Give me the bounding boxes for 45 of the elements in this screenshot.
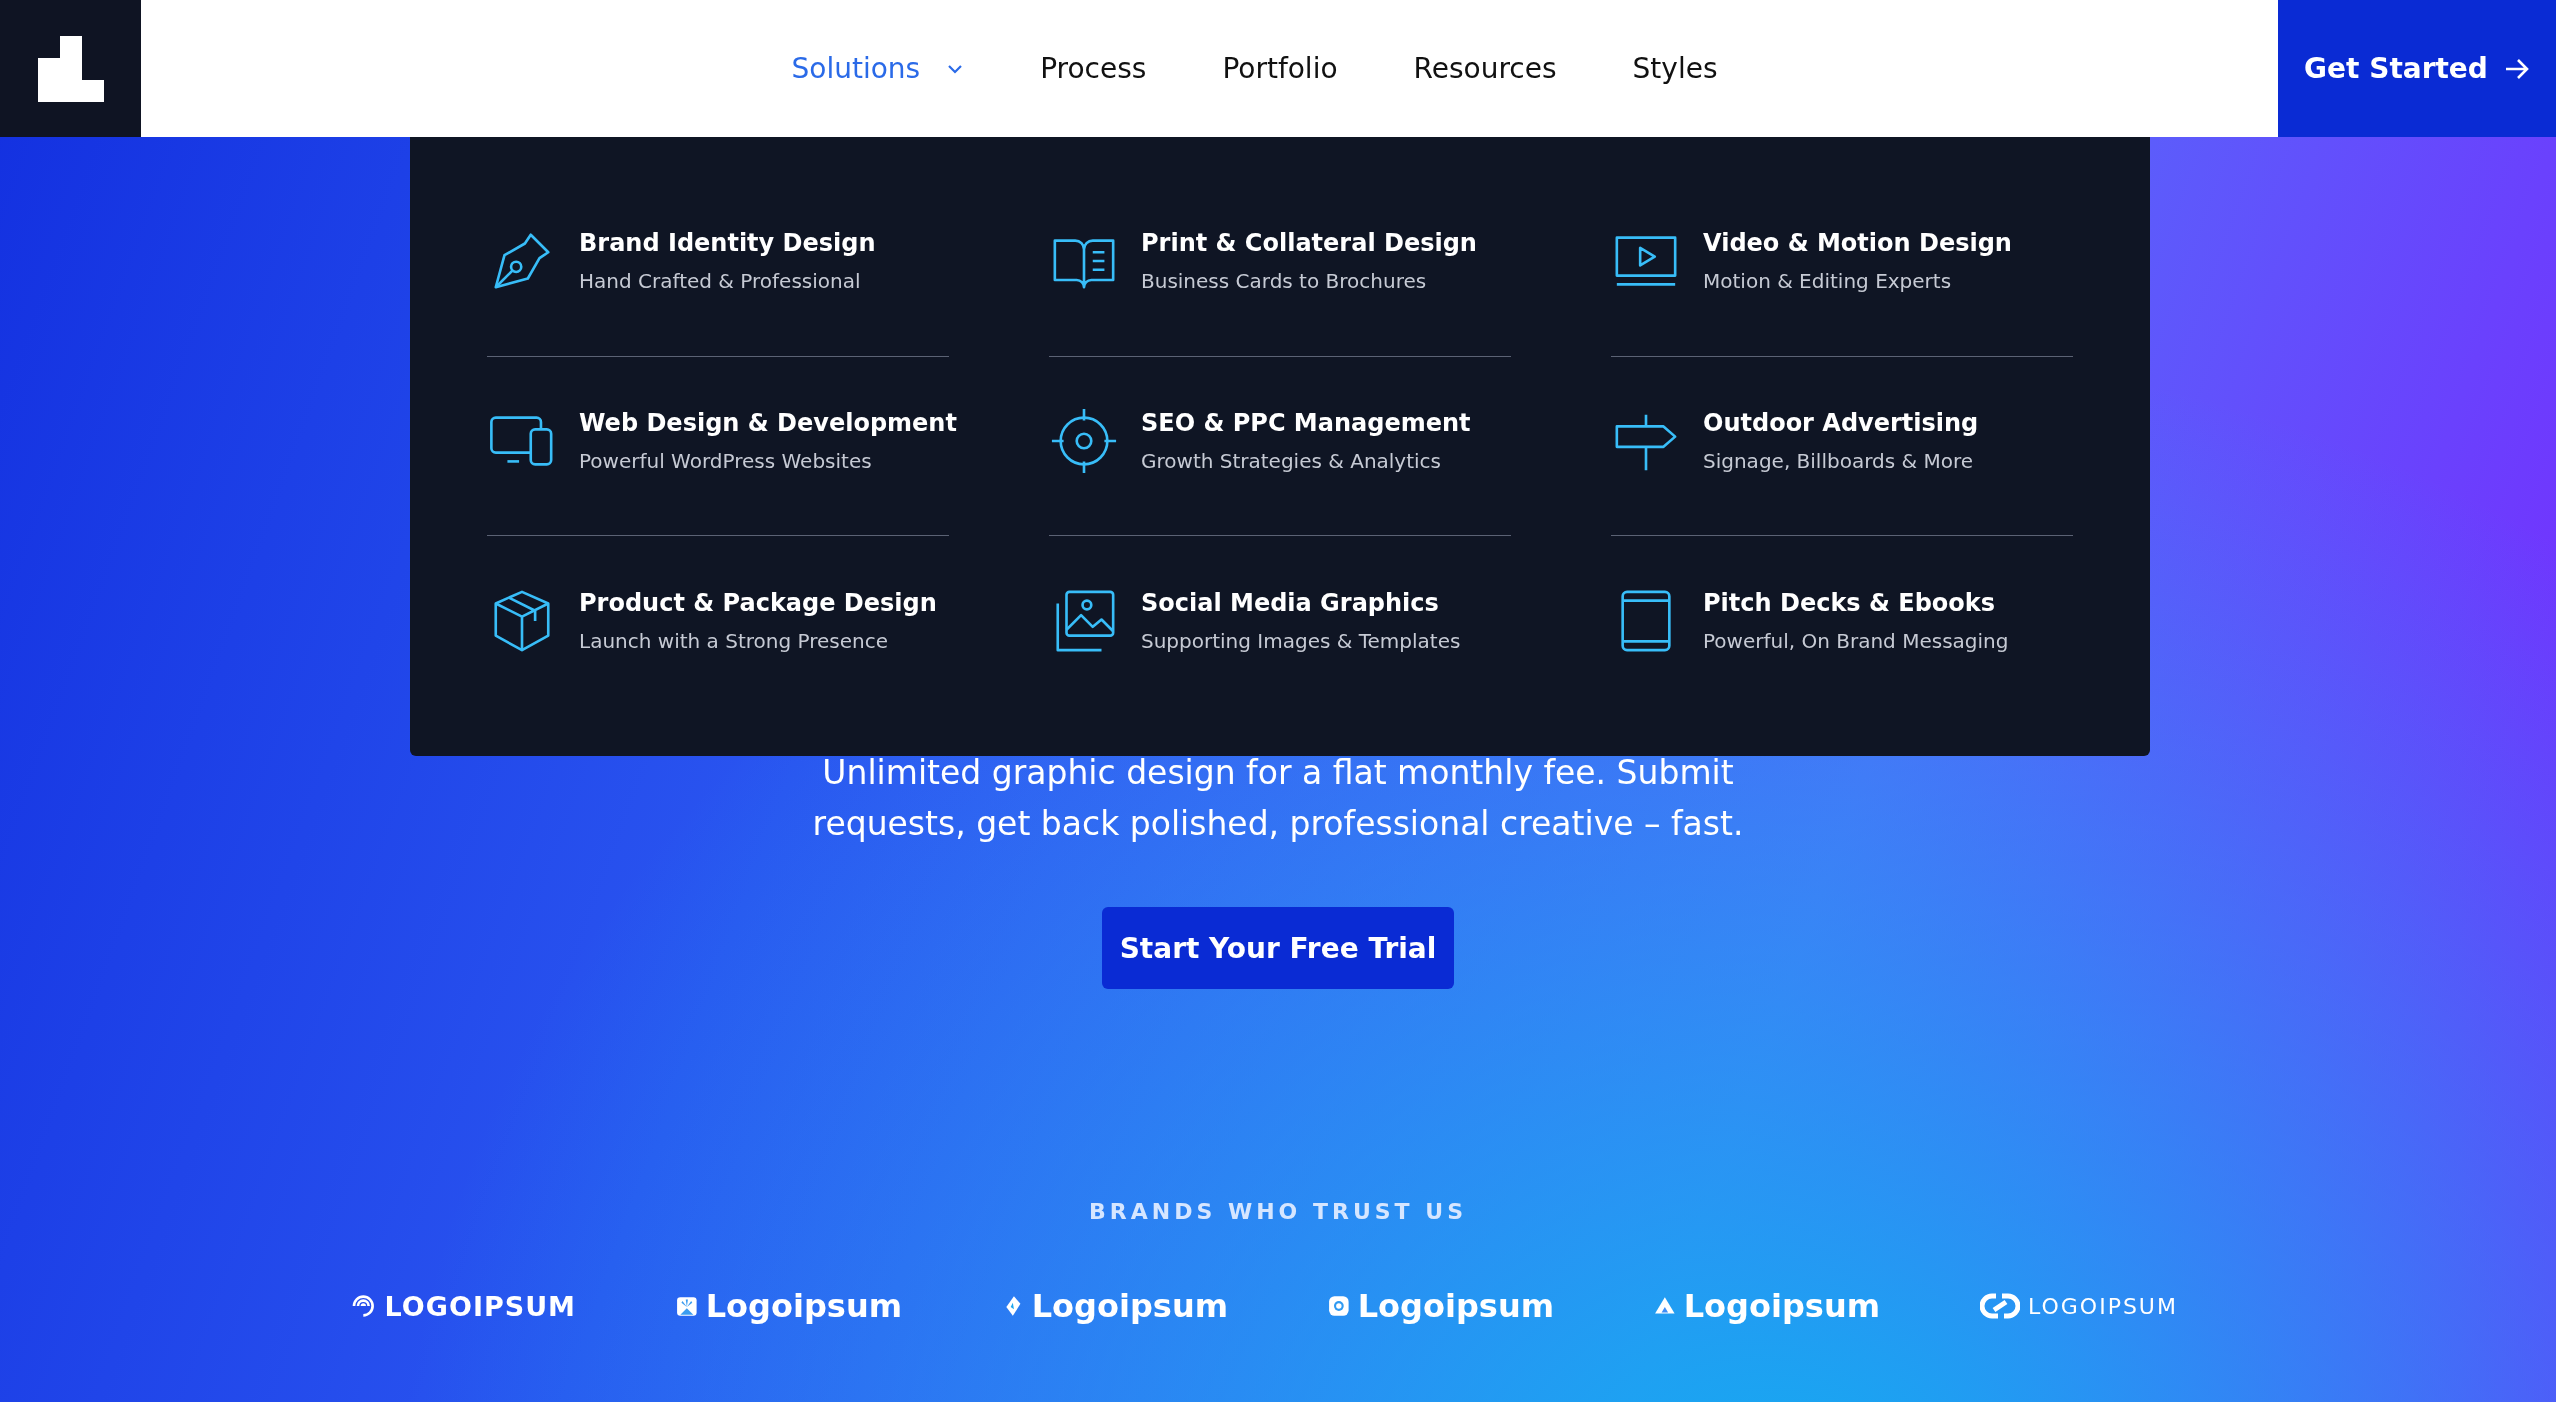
menu-item-subtitle: Growth Strategies & Analytics: [1141, 449, 1443, 473]
menu-item-title: Social Media Graphics: [1141, 589, 1440, 618]
menu-item[interactable]: SEO & PPC Management Growth Strategies & Analytics: [1049, 356, 1511, 537]
nav-link[interactable]: Process: [1040, 52, 1147, 85]
crosshair-icon: [1049, 406, 1119, 476]
menu-item-subtitle: Powerful, On Brand Messaging: [1703, 629, 2009, 654]
brand-name: Logoipsum: [1357, 1287, 1554, 1325]
menu-item-title: SEO & PPC Management: [1141, 409, 1471, 437]
brand-name: LOGOIPSUM: [384, 1290, 576, 1322]
menu-item-title: Print & Collateral Design: [1141, 229, 1477, 258]
menu-item[interactable]: Video & Motion Design Motion & Editing Experts: [1611, 177, 2073, 357]
menu-item-subtitle: Supporting Images & Templates: [1141, 629, 1461, 654]
arrow-right-icon: [2503, 57, 2530, 80]
menu-item[interactable]: Brand Identity Design Hand Crafted & Professional: [487, 177, 949, 357]
menu-item-subtitle: Business Cards to Brochures: [1141, 269, 1428, 294]
logo-icon[interactable]: [0, 0, 141, 137]
nav-link[interactable]: Portfolio: [1222, 52, 1338, 85]
menu-item-subtitle: Powerful WordPress Websites: [579, 449, 873, 473]
menu-item[interactable]: Social Media Graphics Supporting Images & Templates: [1049, 536, 1511, 716]
free-trial-button[interactable]: Start Your Free Trial: [1102, 907, 1454, 989]
hero-description: Unlimited graphic design for a flat monthly fee. Submit requests, get back polished, professional creative – fast.: [811, 752, 1745, 845]
menu-item[interactable]: Pitch Decks & Ebooks Powerful, On Brand Messaging: [1611, 536, 2073, 716]
brand-name: Logoipsum: [1683, 1287, 1880, 1325]
brand-name: LOGOIPSUM: [2028, 1293, 2178, 1319]
brands-heading: BRANDS WHO TRUST US: [1089, 1199, 1467, 1224]
nav-link[interactable]: Resources: [1413, 52, 1557, 85]
get-started-button[interactable]: Get Started: [2278, 0, 2556, 137]
menu-item-title: Web Design & Development: [579, 409, 957, 437]
menu-item-subtitle: Motion & Editing Experts: [1703, 269, 1953, 294]
menu-item-title: Pitch Decks & Ebooks: [1703, 589, 1997, 618]
menu-item[interactable]: Outdoor Advertising Signage, Billboards & More: [1611, 356, 2073, 537]
menu-item-title: Product & Package Design: [579, 589, 937, 618]
chevron-down-icon: [946, 62, 965, 75]
brand-name: Logoipsum: [1031, 1287, 1228, 1325]
menu-item-title: Outdoor Advertising: [1703, 409, 1979, 437]
menu-item-subtitle: Signage, Billboards & More: [1703, 449, 1975, 473]
menu-item-subtitle: Launch with a Strong Presence: [579, 629, 889, 654]
menu-item-subtitle: Hand Crafted & Professional: [579, 269, 862, 294]
menu-item[interactable]: Product & Package Design Launch with a Strong Presence: [487, 536, 949, 716]
menu-item-title: Video & Motion Design: [1703, 229, 2012, 258]
brand-name: Logoipsum: [705, 1287, 902, 1325]
menu-item-title: Brand Identity Design: [579, 229, 876, 258]
nav-link[interactable]: Solutions: [791, 52, 965, 85]
nav-link[interactable]: Styles: [1632, 52, 1718, 85]
menu-item[interactable]: Print & Collateral Design Business Cards to Brochures: [1049, 177, 1511, 357]
